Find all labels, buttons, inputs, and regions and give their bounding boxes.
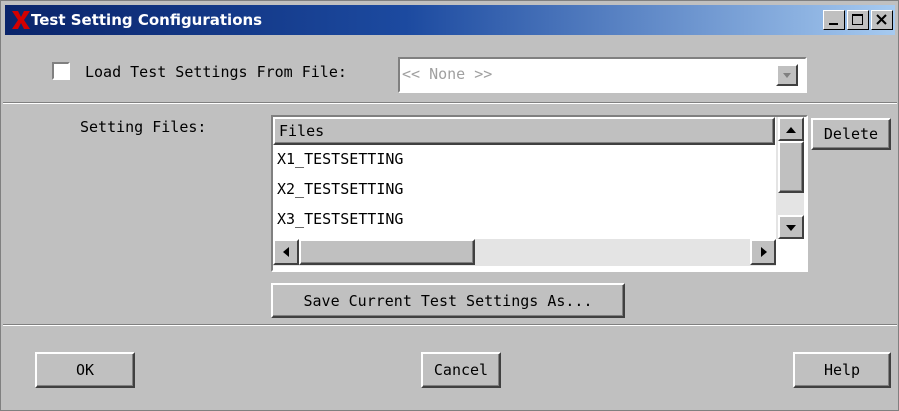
title-bar[interactable]: Test Setting Configurations bbox=[5, 5, 895, 35]
divider-bottom bbox=[3, 324, 897, 326]
horizontal-scrollbar[interactable] bbox=[273, 239, 776, 266]
delete-button[interactable]: Delete bbox=[811, 118, 891, 150]
divider-top bbox=[3, 102, 897, 104]
load-from-file-label: Load Test Settings From File: bbox=[85, 63, 347, 81]
files-column-label: Files bbox=[279, 122, 325, 140]
dropdown-arrow-button[interactable] bbox=[776, 64, 798, 86]
list-item[interactable]: X1_TESTSETTING bbox=[277, 150, 403, 168]
help-button[interactable]: Help bbox=[793, 352, 891, 388]
chevron-down-icon bbox=[783, 73, 791, 78]
load-from-file-checkbox[interactable] bbox=[52, 62, 70, 80]
arrow-right-icon bbox=[761, 247, 767, 257]
arrow-down-icon bbox=[786, 225, 796, 231]
maximize-button[interactable] bbox=[847, 10, 869, 30]
scroll-down-button[interactable] bbox=[778, 215, 804, 239]
scroll-right-button[interactable] bbox=[750, 239, 776, 265]
vertical-scrollbar[interactable] bbox=[776, 117, 804, 239]
horizontal-scroll-thumb[interactable] bbox=[299, 239, 475, 265]
dropdown-value: << None >> bbox=[402, 65, 493, 83]
arrow-up-icon bbox=[786, 127, 796, 133]
scroll-up-button[interactable] bbox=[778, 117, 804, 141]
cancel-button[interactable]: Cancel bbox=[421, 352, 501, 388]
close-button[interactable] bbox=[871, 10, 893, 30]
setting-files-label: Setting Files: bbox=[80, 118, 207, 136]
list-item[interactable]: X3_TESTSETTING bbox=[277, 210, 403, 228]
setting-files-list[interactable]: Files X1_TESTSETTING X2_TESTSETTING X3_T… bbox=[271, 115, 808, 272]
x-logo-icon bbox=[12, 11, 30, 29]
settings-file-dropdown[interactable]: << None >> bbox=[398, 57, 807, 93]
window-title: Test Setting Configurations bbox=[31, 11, 263, 29]
files-column-header[interactable]: Files bbox=[273, 117, 775, 145]
ok-button[interactable]: OK bbox=[35, 352, 135, 388]
arrow-left-icon bbox=[283, 247, 289, 257]
dialog-window: Test Setting Configurations Load Test Se… bbox=[0, 0, 899, 411]
list-item[interactable]: X2_TESTSETTING bbox=[277, 180, 403, 198]
minimize-button[interactable] bbox=[823, 10, 845, 30]
maximize-icon bbox=[852, 14, 863, 25]
minimize-icon bbox=[829, 23, 838, 25]
save-as-button[interactable]: Save Current Test Settings As... bbox=[271, 283, 625, 318]
vertical-scroll-thumb[interactable] bbox=[778, 141, 804, 193]
scroll-left-button[interactable] bbox=[273, 239, 299, 265]
close-icon bbox=[876, 14, 887, 25]
